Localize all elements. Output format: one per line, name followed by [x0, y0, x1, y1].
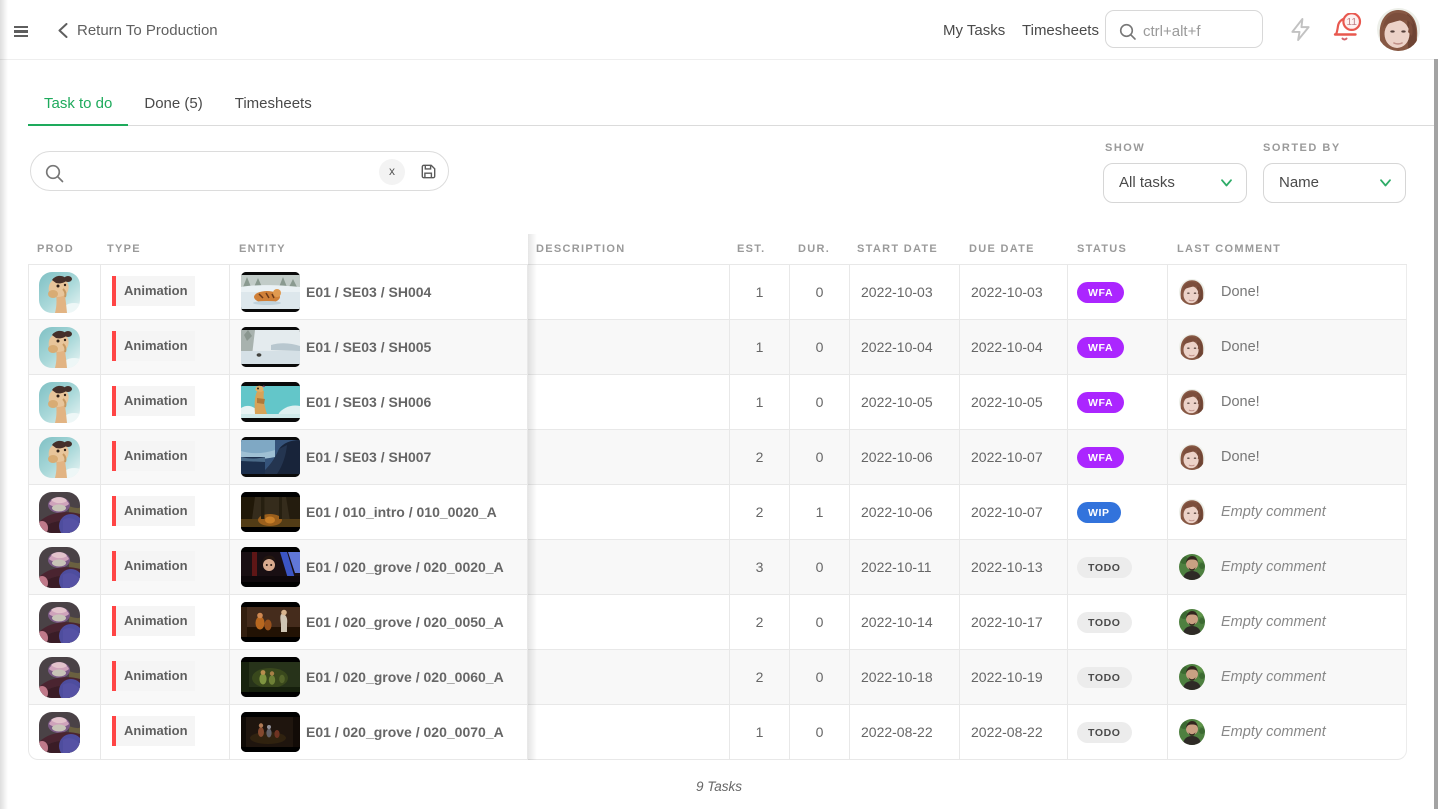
svg-text:11: 11 [1347, 17, 1358, 28]
